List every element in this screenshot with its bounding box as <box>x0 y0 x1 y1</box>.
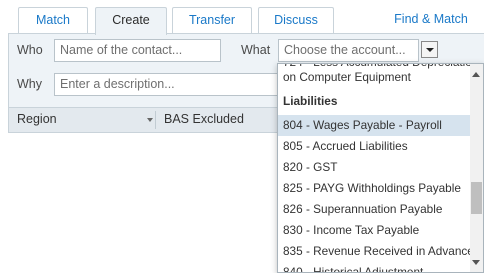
scroll-down-icon[interactable] <box>472 260 480 265</box>
who-label: Who <box>17 43 43 57</box>
list-item[interactable]: 804 - Wages Payable - Payroll <box>278 115 471 136</box>
scroll-up-icon[interactable] <box>472 72 480 77</box>
what-label: What <box>241 43 271 57</box>
scrollbar[interactable] <box>470 64 483 272</box>
what-account-select[interactable]: Choose the account... <box>278 39 419 62</box>
list-item[interactable]: 830 - Income Tax Payable <box>278 220 471 241</box>
list-item[interactable]: 820 - GST <box>278 157 471 178</box>
list-item[interactable]: 805 - Accrued Liabilities <box>278 136 471 157</box>
account-dropdown-list[interactable]: 724 - Less Accumulated Depreciation on C… <box>277 63 484 273</box>
tab-bar: Match Create Transfer Discuss Find & Mat… <box>0 0 484 35</box>
tab-match[interactable]: Match <box>18 7 88 34</box>
tab-transfer[interactable]: Transfer <box>172 7 252 34</box>
list-item[interactable]: on Computer Equipment <box>278 67 471 88</box>
list-item[interactable]: 825 - PAYG Withholdings Payable <box>278 178 471 199</box>
who-input[interactable]: Name of the contact... <box>54 39 221 62</box>
why-label: Why <box>17 77 42 91</box>
bas-excluded-select[interactable]: BAS Excluded <box>164 108 244 132</box>
list-item[interactable]: 835 - Revenue Received in Advance <box>278 241 471 262</box>
list-item[interactable]: 840 - Historical Adjustment <box>278 262 471 272</box>
scrollbar-thumb[interactable] <box>471 182 482 214</box>
divider <box>155 111 156 129</box>
why-input[interactable]: Enter a description... <box>54 73 279 96</box>
region-select[interactable]: Region <box>17 108 57 132</box>
chevron-down-icon <box>147 118 153 122</box>
group-heading-liabilities: Liabilities <box>283 94 338 108</box>
list-item[interactable]: 826 - Superannuation Payable <box>278 199 471 220</box>
find-and-match-link[interactable]: Find & Match <box>386 7 476 33</box>
chevron-down-icon[interactable] <box>421 41 438 58</box>
tab-create[interactable]: Create <box>95 7 167 35</box>
tab-discuss[interactable]: Discuss <box>258 7 334 34</box>
